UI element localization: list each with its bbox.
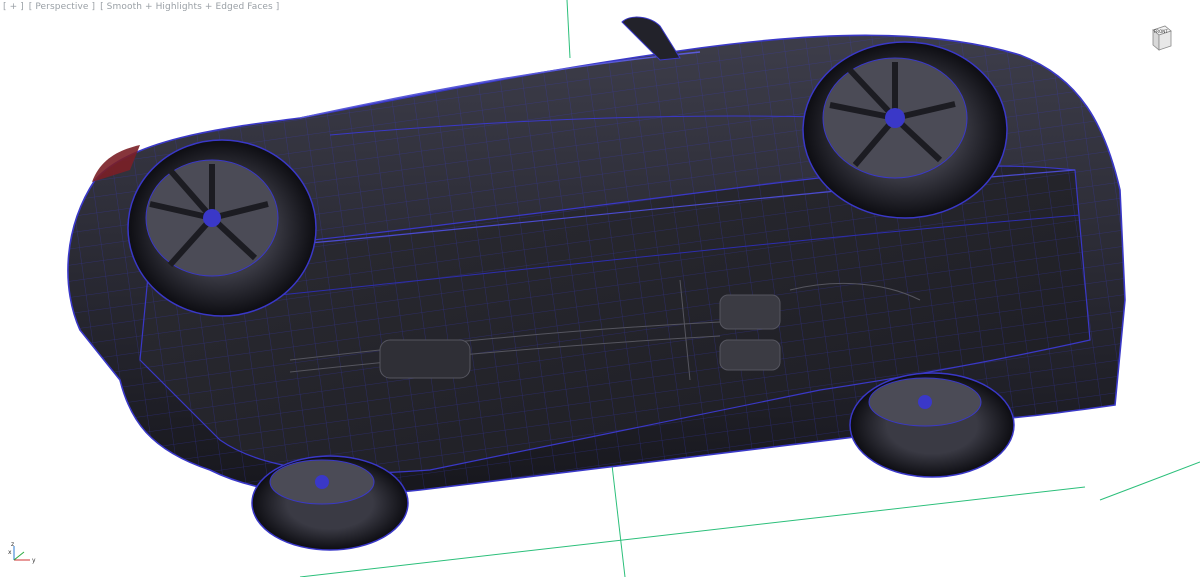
axis-tripod-icon: z x y [8,540,42,566]
wheel-rear-right[interactable] [127,139,317,317]
viewcube-face-label: FRONT [1154,29,1168,34]
wheel-front-right[interactable] [802,41,1008,219]
scene-canvas[interactable] [0,0,1200,577]
axis-label-x: x [8,549,12,556]
car-model[interactable] [67,16,1126,551]
car-antenna [621,16,681,61]
axis-label-y: y [32,557,36,564]
viewcube-icon[interactable]: FRONT [1151,24,1173,52]
wheel-rear-left[interactable] [251,455,409,551]
3d-viewport[interactable]: [ + ] [ Perspective ] [ Smooth + Highlig… [0,0,1200,577]
wheel-front-left[interactable] [849,372,1015,478]
axis-label-z: z [11,541,14,548]
